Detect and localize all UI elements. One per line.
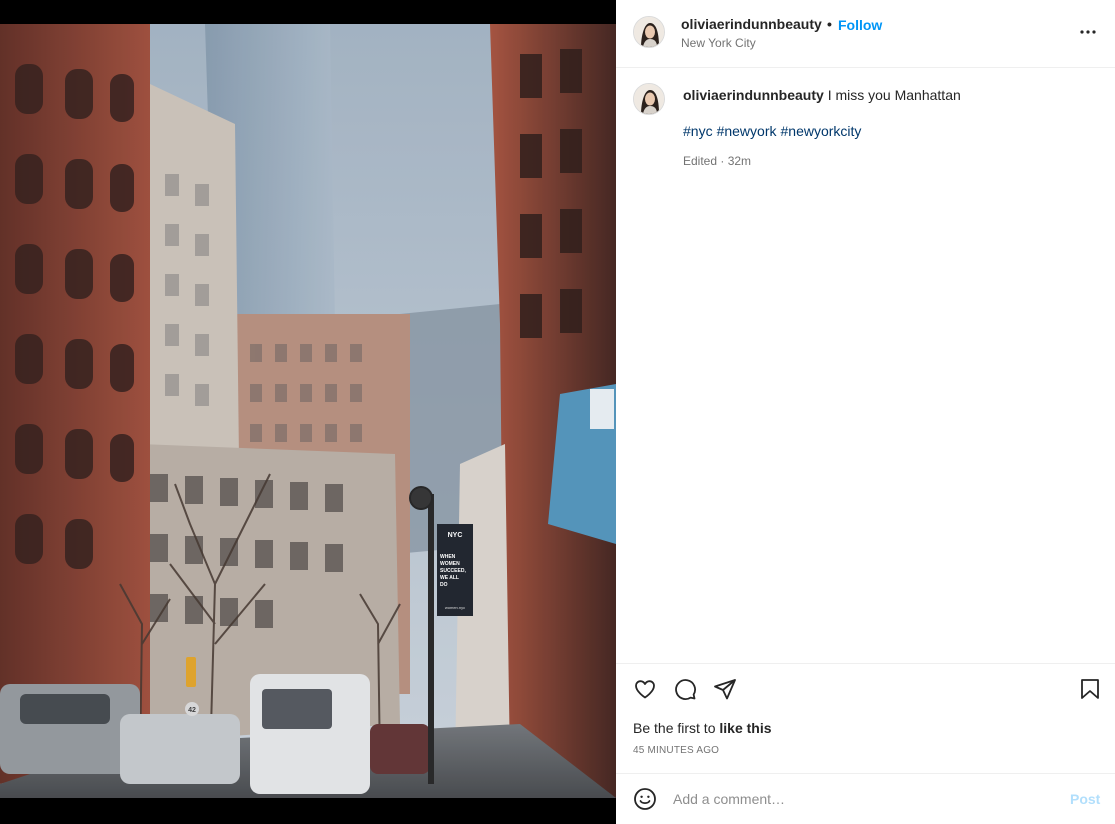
action-bar: Be the first to like this 45 minutes ago bbox=[616, 663, 1115, 773]
post-details-panel: oliviaerindunnbeauty • Follow New York C… bbox=[616, 0, 1115, 824]
author-username-link[interactable]: oliviaerindunnbeauty bbox=[681, 16, 822, 32]
caption-meta: Edited · 32m bbox=[683, 154, 752, 168]
post-timestamp[interactable]: 45 minutes ago bbox=[633, 745, 719, 756]
post-photo[interactable]: NYC women.nyc 42 WHEN WOMEN SUCCEED, WE ALL… bbox=[0, 24, 616, 798]
photo-panel: NYC women.nyc 42 WHEN WOMEN SUCCEED, WE ALL… bbox=[0, 0, 616, 824]
caption: oliviaerindunnbeauty I miss you Manhatta… bbox=[683, 86, 1093, 104]
like-this-link[interactable]: like this bbox=[719, 720, 771, 736]
hashtag-link[interactable]: #newyorkcity bbox=[781, 123, 862, 139]
like-button[interactable] bbox=[632, 677, 658, 703]
likes-summary: Be the first to like this bbox=[633, 720, 772, 736]
banner-text-line: WE ALL bbox=[440, 575, 459, 581]
comment-input[interactable] bbox=[673, 788, 1053, 810]
banner-text-line: WHEN bbox=[440, 554, 456, 560]
follow-button[interactable]: Follow bbox=[838, 17, 882, 33]
caption-avatar[interactable] bbox=[633, 83, 665, 115]
add-comment-bar: Post bbox=[616, 773, 1115, 824]
paper-plane-icon bbox=[714, 679, 736, 700]
likes-prefix: Be the first to bbox=[633, 720, 716, 736]
hashtag-link[interactable]: #newyork bbox=[717, 123, 777, 139]
emoji-button[interactable] bbox=[632, 787, 658, 813]
more-options-button[interactable] bbox=[1076, 20, 1100, 44]
comment-icon bbox=[675, 679, 696, 700]
banner-text-line: WOMEN bbox=[440, 561, 460, 567]
save-button[interactable] bbox=[1077, 677, 1103, 703]
header-separator: • bbox=[827, 16, 832, 32]
post-comment-button[interactable]: Post bbox=[1070, 791, 1100, 807]
comment-button[interactable] bbox=[672, 677, 698, 703]
hashtag-list: #nyc #newyork #newyorkcity bbox=[683, 122, 865, 140]
share-button[interactable] bbox=[712, 677, 738, 703]
caption-text: I miss you Manhattan bbox=[827, 87, 961, 103]
comments-section: oliviaerindunnbeauty I miss you Manhatta… bbox=[616, 68, 1115, 663]
emoji-icon bbox=[634, 788, 656, 810]
banner-text-line: DO bbox=[440, 582, 448, 588]
city-street-photo: NYC women.nyc 42 WHENWOMENSUCCEED,WE ALL… bbox=[0, 24, 616, 798]
hashtag-link[interactable]: #nyc bbox=[683, 123, 713, 139]
bookmark-icon bbox=[1081, 679, 1099, 699]
caption-username-link[interactable]: oliviaerindunnbeauty bbox=[683, 87, 824, 103]
heart-icon bbox=[635, 680, 655, 699]
location-link[interactable]: New York City bbox=[681, 36, 756, 50]
banner-text-line: SUCCEED, bbox=[440, 568, 466, 574]
author-avatar[interactable] bbox=[633, 16, 665, 48]
more-horizontal-icon bbox=[1080, 30, 1096, 34]
post-header: oliviaerindunnbeauty • Follow New York C… bbox=[616, 0, 1115, 68]
